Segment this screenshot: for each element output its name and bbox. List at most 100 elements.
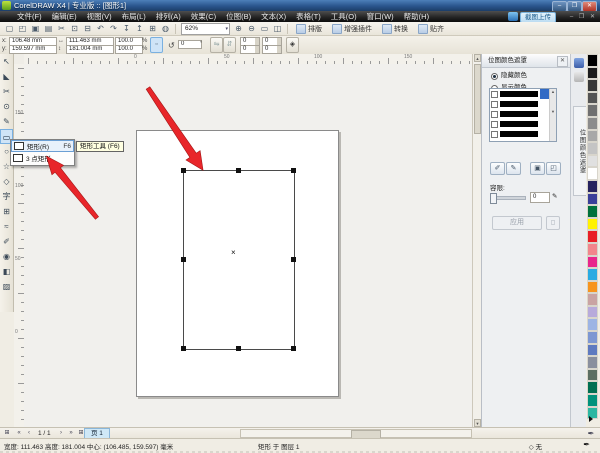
basic-shapes-tool[interactable]: ◇ bbox=[0, 174, 13, 189]
palette-swatch-16[interactable] bbox=[587, 256, 598, 269]
previous-page-icon[interactable]: ‹ bbox=[24, 429, 34, 438]
palette-swatch-24[interactable] bbox=[587, 356, 598, 369]
flyout-item-rectangle[interactable]: 矩形(R) F6 bbox=[11, 140, 74, 152]
menu-item-11[interactable]: 帮助(H) bbox=[399, 11, 434, 22]
drawing-canvas[interactable]: × bbox=[24, 64, 472, 427]
corel-online-icon[interactable]: ◍ bbox=[160, 23, 172, 35]
first-page-icon[interactable]: « bbox=[14, 429, 24, 438]
docker-icon[interactable] bbox=[574, 58, 584, 68]
palette-swatch-10[interactable] bbox=[587, 180, 598, 193]
mask-color-row[interactable]: 0 bbox=[490, 89, 556, 99]
export-icon[interactable]: ↥ bbox=[134, 23, 146, 35]
undo-icon[interactable]: ↶ bbox=[95, 23, 107, 35]
last-page-icon[interactable]: » bbox=[66, 429, 76, 438]
import-icon[interactable]: ↧ bbox=[121, 23, 133, 35]
selection-handle[interactable] bbox=[181, 346, 186, 351]
zoom-width-icon[interactable]: ◫ bbox=[272, 23, 284, 35]
new-icon[interactable]: ▢ bbox=[4, 23, 16, 35]
app-launcher-icon[interactable]: ⊞ bbox=[147, 23, 159, 35]
add-page-icon[interactable]: ⊞ bbox=[2, 429, 12, 438]
plugin-logo-icon[interactable] bbox=[508, 12, 518, 21]
mask-color-row[interactable]: 0 bbox=[490, 99, 556, 109]
interactive-fill-tool[interactable]: ▨ bbox=[0, 279, 13, 294]
pick-tool[interactable]: ↖ bbox=[0, 54, 13, 69]
menu-item-8[interactable]: 表格(T) bbox=[291, 11, 326, 22]
zoom-level-combo[interactable]: 62% ▾ bbox=[181, 23, 230, 35]
mask-color-row[interactable]: 0 bbox=[490, 129, 556, 139]
save-icon[interactable]: ▣ bbox=[30, 23, 42, 35]
crop-tool[interactable]: ✂ bbox=[0, 84, 13, 99]
mask-color-row[interactable]: 0 bbox=[490, 109, 556, 119]
mirror-vertical-button[interactable]: ⇵ bbox=[223, 37, 236, 53]
menu-item-3[interactable]: 布局(L) bbox=[117, 11, 151, 22]
palette-swatch-3[interactable] bbox=[587, 92, 598, 105]
zoom-page-icon[interactable]: ▭ bbox=[259, 23, 271, 35]
paste-icon[interactable]: ⊟ bbox=[82, 23, 94, 35]
tolerance-value-field[interactable]: 0 bbox=[530, 192, 550, 203]
menu-item-9[interactable]: 工具(O) bbox=[326, 11, 362, 22]
tab-bitmap-color-mask[interactable]: 位图颜色遮罩 bbox=[573, 106, 587, 196]
document-window-controls[interactable]: – ❐ ✕ bbox=[570, 13, 597, 20]
list-scrollbar[interactable]: ▲▼ bbox=[549, 89, 556, 141]
palette-swatch-12[interactable] bbox=[587, 205, 598, 218]
tolerance-slider-thumb[interactable] bbox=[490, 193, 497, 204]
mirror-horizontal-button[interactable]: ⇋ bbox=[210, 37, 223, 53]
palette-swatch-0[interactable] bbox=[587, 54, 598, 67]
menu-item-6[interactable]: 位图(B) bbox=[221, 11, 256, 22]
zoom-in-icon[interactable]: ⊕ bbox=[233, 23, 245, 35]
checkbox-icon[interactable] bbox=[491, 111, 498, 118]
palette-swatch-8[interactable] bbox=[587, 155, 598, 168]
corner-radius-br-field[interactable]: 0 bbox=[262, 45, 282, 54]
palette-swatch-13[interactable] bbox=[587, 218, 598, 231]
apply-button[interactable]: 应用 bbox=[492, 216, 542, 230]
palette-swatch-23[interactable] bbox=[587, 344, 598, 357]
collapse-docker-icon[interactable] bbox=[574, 72, 584, 82]
scale-v-field[interactable]: 100.0 bbox=[115, 45, 143, 54]
menu-item-4[interactable]: 排列(A) bbox=[151, 11, 186, 22]
selection-handle[interactable] bbox=[181, 257, 186, 262]
redo-icon[interactable]: ↷ bbox=[108, 23, 120, 35]
rotation-angle-field[interactable]: 0 bbox=[178, 40, 202, 49]
text-tool[interactable]: 字 bbox=[0, 189, 13, 204]
menu-item-0[interactable]: 文件(F) bbox=[12, 11, 47, 22]
palette-swatch-19[interactable] bbox=[587, 293, 598, 306]
blend-tool[interactable]: ≈ bbox=[0, 219, 13, 234]
palette-swatch-4[interactable] bbox=[587, 104, 598, 117]
pen-icon[interactable]: ✒ bbox=[586, 429, 596, 438]
horizontal-scrollbar[interactable] bbox=[240, 429, 472, 438]
mask-color-row[interactable]: 0 bbox=[490, 119, 556, 129]
palette-swatch-14[interactable] bbox=[587, 230, 598, 243]
toolbar-button-3[interactable]: 贴齐 bbox=[414, 23, 448, 35]
palette-swatch-7[interactable] bbox=[587, 142, 598, 155]
checkbox-icon[interactable] bbox=[491, 121, 498, 128]
palette-swatch-1[interactable] bbox=[587, 67, 598, 80]
y-position-field[interactable]: 159.597 mm bbox=[9, 45, 57, 54]
cut-icon[interactable]: ✂ bbox=[56, 23, 68, 35]
freehand-tool[interactable]: ✎ bbox=[0, 114, 13, 129]
drawn-rectangle[interactable] bbox=[183, 170, 295, 350]
selection-handle[interactable] bbox=[236, 168, 241, 173]
docker-close-icon[interactable]: ✕ bbox=[557, 56, 568, 67]
eyedropper-tool[interactable]: ✐ bbox=[0, 234, 13, 249]
fill-tool[interactable]: ◧ bbox=[0, 264, 13, 279]
table-tool[interactable]: ⊞ bbox=[0, 204, 13, 219]
palette-swatch-2[interactable] bbox=[587, 79, 598, 92]
vertical-scroll-thumb[interactable] bbox=[474, 64, 481, 134]
menu-item-10[interactable]: 窗口(W) bbox=[362, 11, 399, 22]
palette-swatch-18[interactable] bbox=[587, 281, 598, 294]
menu-item-5[interactable]: 效果(C) bbox=[186, 11, 221, 22]
zoom-out-icon[interactable]: ⊖ bbox=[246, 23, 258, 35]
scroll-up-icon[interactable]: ▲ bbox=[474, 54, 481, 62]
selection-handle[interactable] bbox=[291, 257, 296, 262]
object-height-field[interactable]: 181.004 mm bbox=[66, 45, 114, 54]
scroll-down-icon[interactable]: ▼ bbox=[474, 419, 481, 427]
palette-swatch-26[interactable] bbox=[587, 381, 598, 394]
outline-tool[interactable]: ◉ bbox=[0, 249, 13, 264]
lock-corners-button[interactable]: ◈ bbox=[286, 37, 299, 53]
mask-color-list[interactable]: ▲▼ 00000 bbox=[489, 88, 557, 142]
toolbar-button-0[interactable]: 排版 bbox=[292, 23, 326, 35]
palette-swatch-21[interactable] bbox=[587, 318, 598, 331]
copy-icon[interactable]: ⊡ bbox=[69, 23, 81, 35]
toolbar-button-2[interactable]: 转换 bbox=[378, 23, 412, 35]
menu-item-2[interactable]: 视图(V) bbox=[82, 11, 117, 22]
